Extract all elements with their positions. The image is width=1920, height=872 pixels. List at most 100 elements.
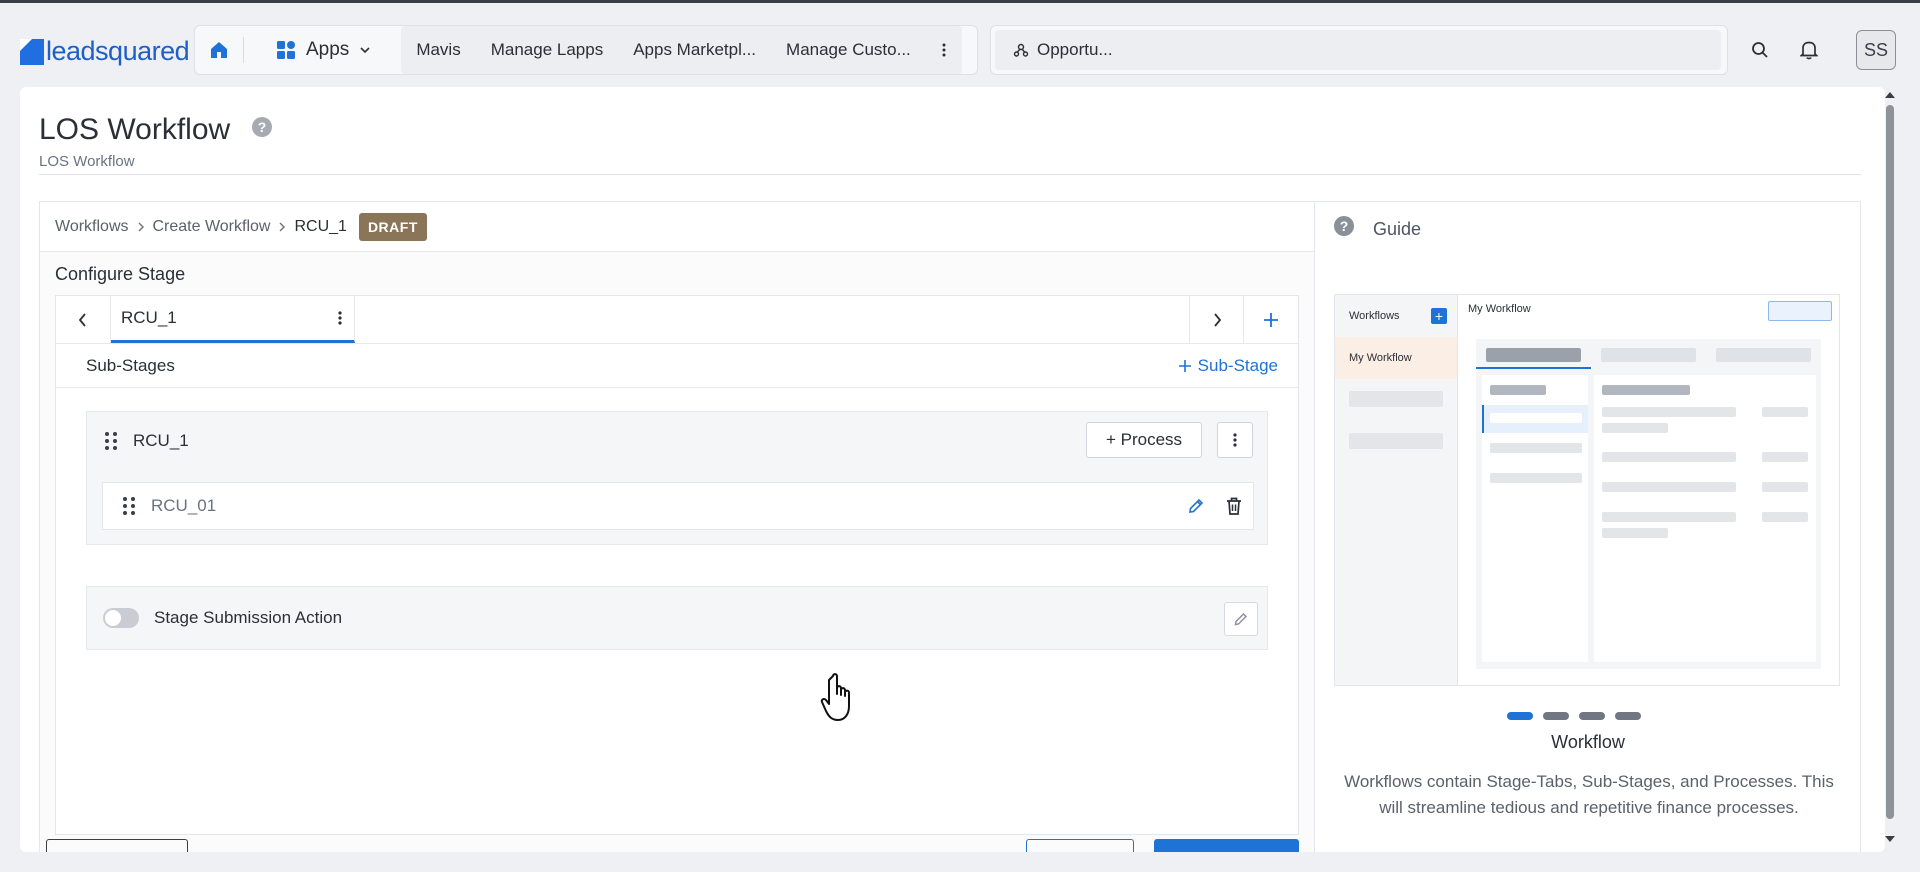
nav-link-manage-custom[interactable]: Manage Custo... <box>771 26 926 74</box>
help-circle-icon: ? <box>1334 216 1354 236</box>
logo-mark-icon <box>20 38 44 65</box>
title-divider <box>39 174 1861 175</box>
leadsquared-logo[interactable]: leadsquared <box>20 36 190 67</box>
hand-pointer-cursor-icon <box>820 673 850 721</box>
carousel-dot[interactable] <box>1507 712 1533 720</box>
scrollbar-thumb[interactable] <box>1886 105 1894 819</box>
guide-description: Workflows contain Stage-Tabs, Sub-Stages… <box>1344 772 1834 817</box>
kebab-menu-icon <box>942 43 946 57</box>
opportunity-search-input[interactable]: Opportu... <box>995 30 1721 70</box>
substage-name: RCU_1 <box>133 431 189 450</box>
nav-link-manage-lapps[interactable]: Manage Lapps <box>476 26 618 74</box>
search-value: Opportu... <box>1037 40 1113 59</box>
substages-header: Sub-Stages Sub-Stage <box>56 344 1298 388</box>
next-tab-button[interactable] <box>1189 296 1244 343</box>
nav-link-apps-marketplace[interactable]: Apps Marketpl... <box>618 26 771 74</box>
page-subtitle: LOS Workflow <box>39 153 135 170</box>
substage-menu-button[interactable] <box>1217 422 1253 458</box>
chevron-down-icon <box>360 47 370 54</box>
stage-submission-action: Stage Submission Action <box>86 586 1268 650</box>
preview-sidebar-header: Workflows + <box>1335 295 1457 337</box>
search-icon <box>1752 42 1768 58</box>
stage-submission-label: Stage Submission Action <box>154 608 343 627</box>
breadcrumb-current: RCU_1 <box>294 217 347 235</box>
drag-handle-icon[interactable] <box>123 497 135 515</box>
drag-handle-icon[interactable] <box>105 432 117 450</box>
process-row: RCU_01 <box>102 482 1254 530</box>
stage-tabs: RCU_1 <box>56 296 1298 344</box>
stage-submission-toggle[interactable] <box>103 608 139 628</box>
add-process-button[interactable]: + Process <box>1086 422 1202 458</box>
chevron-right-icon <box>1213 312 1221 327</box>
bell-icon <box>1800 41 1818 60</box>
nav-link-mavis[interactable]: Mavis <box>401 26 475 74</box>
breadcrumb: Workflows Create Workflow RCU_1 DRAFT <box>40 202 1314 252</box>
delete-trash-icon[interactable] <box>1225 496 1243 516</box>
stage-editor: RCU_1 Sub-Stages Sub-Stage RCU_1 + Proce… <box>55 295 1299 835</box>
carousel-dot[interactable] <box>1543 712 1569 720</box>
preview-placeholder <box>1335 379 1457 449</box>
carousel-dot[interactable] <box>1615 712 1641 720</box>
tab-label: RCU_1 <box>121 308 177 327</box>
plus-icon <box>1178 359 1191 372</box>
footer-primary-button[interactable] <box>1154 839 1299 852</box>
logo-text: leadsquared <box>46 36 190 66</box>
help-circle-icon[interactable]: ? <box>252 117 272 137</box>
plus-icon <box>1264 312 1278 327</box>
top-navigation-bar: leadsquared Apps Mavis Manage Lapps Apps… <box>0 0 1920 86</box>
substage-card: RCU_1 + Process RCU_01 <box>86 411 1268 545</box>
add-substage-button[interactable]: Sub-Stage <box>1178 356 1278 376</box>
apps-label: Apps <box>306 39 350 60</box>
add-substage-label: Sub-Stage <box>1197 355 1278 375</box>
footer-secondary-button[interactable] <box>46 839 188 852</box>
tab-rcu-1[interactable]: RCU_1 <box>111 296 355 343</box>
search-button[interactable] <box>1745 35 1775 65</box>
window-bottom-edge <box>0 852 1920 872</box>
configure-stage-title: Configure Stage <box>55 264 186 284</box>
preview-sidebar-item: My Workflow <box>1335 337 1457 379</box>
preview-button <box>1768 301 1832 321</box>
breadcrumb-create-workflow[interactable]: Create Workflow <box>153 218 271 236</box>
footer-outline-button[interactable] <box>1026 839 1134 852</box>
breadcrumb-workflows[interactable]: Workflows <box>55 218 129 236</box>
global-search: Opportu... <box>990 25 1728 75</box>
apps-grid-icon <box>277 41 295 59</box>
edit-pencil-icon[interactable] <box>1187 497 1205 515</box>
chevron-right-icon <box>138 222 144 231</box>
guide-preview-image: Workflows + My Workflow My Workflow <box>1334 294 1840 686</box>
main-content-card: LOS Workflow ? LOS Workflow Workflows Cr… <box>20 87 1885 852</box>
tab-menu-icon[interactable] <box>338 310 342 326</box>
edit-pencil-icon <box>1234 613 1247 626</box>
carousel-dot[interactable] <box>1579 712 1605 720</box>
substages-title: Sub-Stages <box>86 355 175 375</box>
more-apps-button[interactable] <box>926 42 962 58</box>
kebab-menu-icon <box>1233 433 1237 447</box>
edit-submission-button[interactable] <box>1224 602 1258 636</box>
page-scrollbar[interactable] <box>1883 87 1897 852</box>
chevron-right-icon <box>279 222 286 231</box>
chevron-left-icon <box>78 312 86 327</box>
scroll-up-icon[interactable] <box>1883 89 1897 101</box>
app-navigation: Apps Mavis Manage Lapps Apps Marketpl...… <box>194 25 978 75</box>
tab-spacer <box>355 296 1189 343</box>
preview-plus-icon: + <box>1431 308 1447 324</box>
page-title: LOS Workflow <box>39 113 231 146</box>
preview-sidebar-title: Workflows <box>1349 310 1400 322</box>
preview-main: My Workflow <box>1458 295 1839 685</box>
previous-tab-button[interactable] <box>56 296 111 343</box>
draft-status-badge: DRAFT <box>358 212 427 241</box>
notifications-button[interactable] <box>1794 35 1824 65</box>
preview-main-title: My Workflow <box>1468 303 1531 315</box>
process-name[interactable]: RCU_01 <box>151 496 216 516</box>
guide-title: Guide <box>1373 219 1422 239</box>
preview-sidebar: Workflows + My Workflow <box>1335 295 1458 685</box>
pinned-apps: Mavis Manage Lapps Apps Marketpl... Mana… <box>401 26 962 74</box>
user-avatar[interactable]: SS <box>1856 30 1896 70</box>
home-icon <box>211 42 227 58</box>
apps-menu-button[interactable]: Apps <box>244 26 395 74</box>
home-button[interactable] <box>195 26 243 74</box>
add-stage-button[interactable] <box>1244 296 1298 343</box>
guide-panel: ? Guide Workflows + My Workflow My Workf… <box>1315 201 1861 852</box>
workflow-editor-panel: Workflows Create Workflow RCU_1 DRAFT Co… <box>39 201 1315 852</box>
scroll-down-icon[interactable] <box>1883 833 1897 845</box>
